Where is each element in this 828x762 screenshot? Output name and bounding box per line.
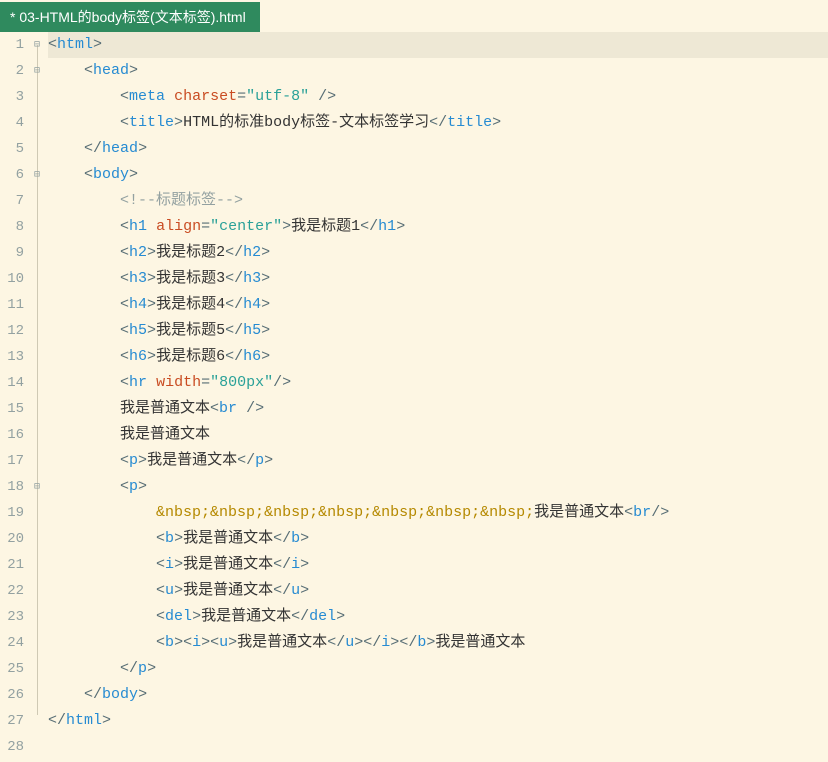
- code-line[interactable]: <body>: [48, 162, 828, 188]
- line-number: 6: [0, 162, 24, 188]
- fold-toggle-icon[interactable]: ⊟: [30, 162, 44, 188]
- code-line[interactable]: <b>我是普通文本</b>: [48, 526, 828, 552]
- code-line[interactable]: <u>我是普通文本</u>: [48, 578, 828, 604]
- line-number: 4: [0, 110, 24, 136]
- line-number: 13: [0, 344, 24, 370]
- code-line[interactable]: </html>: [48, 708, 828, 734]
- code-line[interactable]: <h6>我是标题6</h6>: [48, 344, 828, 370]
- line-number: 15: [0, 396, 24, 422]
- fold-toggle-icon[interactable]: ⊟: [30, 32, 44, 58]
- line-number: 21: [0, 552, 24, 578]
- line-number: 18: [0, 474, 24, 500]
- code-line[interactable]: <h3>我是标题3</h3>: [48, 266, 828, 292]
- code-line[interactable]: <h2>我是标题2</h2>: [48, 240, 828, 266]
- code-line[interactable]: <h4>我是标题4</h4>: [48, 292, 828, 318]
- code-line[interactable]: <meta charset="utf-8" />: [48, 84, 828, 110]
- code-line[interactable]: <h5>我是标题5</h5>: [48, 318, 828, 344]
- line-number: 5: [0, 136, 24, 162]
- line-number: 26: [0, 682, 24, 708]
- file-tab[interactable]: * 03-HTML的body标签(文本标签).html: [0, 2, 260, 32]
- code-line[interactable]: <head>: [48, 58, 828, 84]
- fold-toggle-icon[interactable]: ⊟: [30, 474, 44, 500]
- code-line[interactable]: <i>我是普通文本</i>: [48, 552, 828, 578]
- line-number: 3: [0, 84, 24, 110]
- line-number: 9: [0, 240, 24, 266]
- line-number: 12: [0, 318, 24, 344]
- line-number: 1: [0, 32, 24, 58]
- code-line[interactable]: [48, 734, 828, 760]
- code-line[interactable]: <hr width="800px"/>: [48, 370, 828, 396]
- line-number: 11: [0, 292, 24, 318]
- code-line[interactable]: &nbsp;&nbsp;&nbsp;&nbsp;&nbsp;&nbsp;&nbs…: [48, 500, 828, 526]
- line-number: 27: [0, 708, 24, 734]
- line-number: 7: [0, 188, 24, 214]
- fold-column: ⊟ ⊟ ⊟ ⊟: [30, 32, 44, 760]
- code-editor: 1 2 3 4 5 6 7 8 9 10 11 12 13 14 15 16 1…: [0, 32, 828, 760]
- tab-bar: * 03-HTML的body标签(文本标签).html: [0, 0, 828, 32]
- line-number: 8: [0, 214, 24, 240]
- line-number: 22: [0, 578, 24, 604]
- line-number: 25: [0, 656, 24, 682]
- line-number: 10: [0, 266, 24, 292]
- line-number: 2: [0, 58, 24, 84]
- code-line[interactable]: <del>我是普通文本</del>: [48, 604, 828, 630]
- line-number-gutter: 1 2 3 4 5 6 7 8 9 10 11 12 13 14 15 16 1…: [0, 32, 30, 760]
- code-area[interactable]: <html> <head> <meta charset="utf-8" /> <…: [44, 32, 828, 760]
- code-line[interactable]: <title>HTML的标准body标签-文本标签学习</title>: [48, 110, 828, 136]
- line-number: 23: [0, 604, 24, 630]
- code-line[interactable]: <p>我是普通文本</p>: [48, 448, 828, 474]
- code-line[interactable]: <h1 align="center">我是标题1</h1>: [48, 214, 828, 240]
- code-line[interactable]: <p>: [48, 474, 828, 500]
- code-line[interactable]: <b><i><u>我是普通文本</u></i></b>我是普通文本: [48, 630, 828, 656]
- code-line[interactable]: </p>: [48, 656, 828, 682]
- code-line[interactable]: <html>: [48, 32, 828, 58]
- code-line[interactable]: </body>: [48, 682, 828, 708]
- line-number: 17: [0, 448, 24, 474]
- line-number: 20: [0, 526, 24, 552]
- code-line[interactable]: 我是普通文本: [48, 422, 828, 448]
- line-number: 19: [0, 500, 24, 526]
- code-line[interactable]: 我是普通文本<br />: [48, 396, 828, 422]
- line-number: 24: [0, 630, 24, 656]
- line-number: 14: [0, 370, 24, 396]
- line-number: 16: [0, 422, 24, 448]
- code-line[interactable]: </head>: [48, 136, 828, 162]
- code-line[interactable]: <!--标题标签-->: [48, 188, 828, 214]
- fold-toggle-icon[interactable]: ⊟: [30, 58, 44, 84]
- line-number: 28: [0, 734, 24, 760]
